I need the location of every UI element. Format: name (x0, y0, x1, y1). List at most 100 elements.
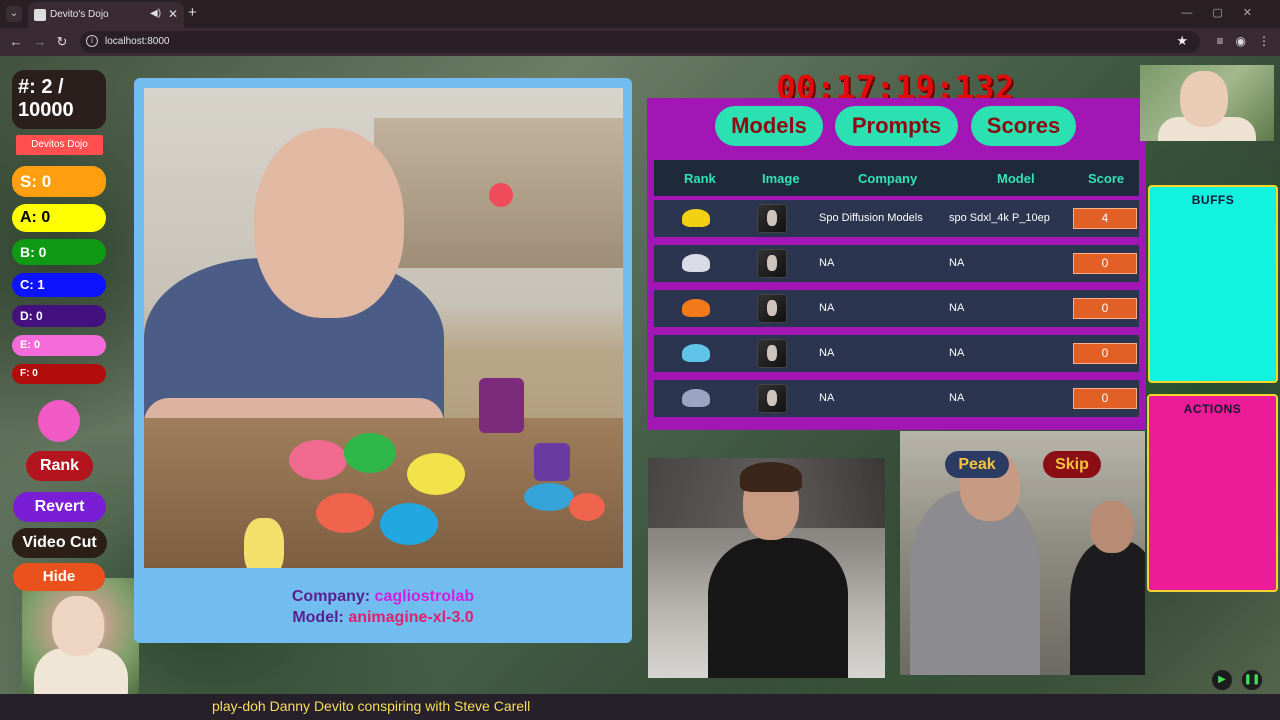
tab-scores[interactable]: Scores (971, 106, 1076, 146)
tab-search-icon[interactable]: ⌄ (6, 6, 22, 22)
row-company: NA (819, 257, 835, 269)
actions-panel: ACTIONS (1147, 394, 1278, 592)
row-model: NA (949, 257, 965, 269)
row-model: spo Sdxl_4k P_10ep (949, 212, 1050, 224)
grade-c-button[interactable]: C: 1 (12, 273, 106, 297)
url-text[interactable]: localhost:8000 (105, 36, 170, 47)
prompt-caption-bar: play-doh Danny Devito conspiring with St… (0, 694, 1280, 720)
devito-thumbnail-top-right (1140, 65, 1274, 141)
leaderboard-table: Rank Image Company Model Score Spo Diffu… (654, 160, 1139, 417)
row-model: NA (949, 347, 965, 359)
row-company: NA (819, 302, 835, 314)
table-row[interactable]: NA NA 0 (654, 245, 1139, 282)
model-image-thumbnail[interactable] (757, 204, 787, 233)
skip-button[interactable]: Skip (1043, 451, 1101, 478)
tab-title: Devito's Dojo (50, 9, 109, 20)
rank-1-icon (682, 209, 710, 227)
media-control-icon[interactable]: ≡ (1217, 34, 1224, 48)
table-row[interactable]: NA NA 0 (654, 335, 1139, 372)
tab-models[interactable]: Models (715, 106, 823, 146)
play-icon[interactable]: ▶ (1211, 669, 1233, 691)
model-image-thumbnail[interactable] (757, 339, 787, 368)
row-score: 0 (1073, 253, 1137, 274)
counter-current: #: 2 / (18, 76, 64, 98)
rank-4-icon (682, 344, 710, 362)
address-bar: ← → ↻ i localhost:8000 ★ ≡ ◉ ⋮ (0, 28, 1280, 56)
row-score: 0 (1073, 388, 1137, 409)
hide-button[interactable]: Hide (13, 563, 105, 591)
actions-title: ACTIONS (1183, 402, 1242, 416)
row-score: 4 (1073, 208, 1137, 229)
model-image-thumbnail[interactable] (757, 294, 787, 323)
window-controls[interactable]: —▢✕ (1181, 6, 1272, 19)
status-indicator-dot[interactable] (38, 400, 80, 442)
grade-f-button[interactable]: F: 0 (12, 364, 106, 384)
header-image: Image (762, 171, 800, 186)
prompt-caption: play-doh Danny Devito conspiring with St… (212, 698, 531, 714)
reload-icon[interactable]: ↻ (54, 34, 70, 50)
webcam-feed (648, 458, 885, 678)
company-value: cagliostrolab (374, 588, 475, 605)
model-image-thumbnail[interactable] (757, 249, 787, 278)
profile-icon[interactable]: ◉ (1236, 34, 1246, 48)
row-company: NA (819, 347, 835, 359)
bookmark-star-icon[interactable]: ★ (1176, 33, 1188, 49)
peak-button[interactable]: Peak (945, 451, 1009, 478)
model-image-thumbnail[interactable] (757, 384, 787, 413)
browser-tab[interactable]: Devito's Dojo ◀) ✕ (28, 2, 184, 28)
browser-tab-bar: ⌄ Devito's Dojo ◀) ✕ + —▢✕ (0, 0, 1280, 28)
rank-3-icon (682, 299, 710, 317)
header-model: Model (997, 171, 1035, 186)
table-body: Spo Diffusion Models spo Sdxl_4k P_10ep … (654, 200, 1139, 417)
back-icon[interactable]: ← (8, 34, 24, 49)
buffs-panel: BUFFS (1148, 185, 1278, 383)
devito-thumbnail-bottom-left (22, 578, 139, 696)
model-label: Model: (292, 609, 344, 626)
row-score: 0 (1073, 298, 1137, 319)
video-cut-button[interactable]: Video Cut (12, 528, 107, 558)
dojo-label[interactable]: Devitos Dojo (16, 135, 103, 155)
url-box[interactable]: i localhost:8000 ★ (80, 31, 1200, 53)
revert-button[interactable]: Revert (13, 492, 106, 522)
rank-5-icon (682, 389, 710, 407)
buffs-title: BUFFS (1191, 193, 1235, 207)
company-label: Company: (291, 588, 371, 605)
counter-total: 10000 (18, 99, 74, 121)
row-model: NA (949, 302, 965, 314)
forward-icon[interactable]: → (32, 34, 48, 49)
rank-2-icon (682, 254, 710, 272)
row-model: NA (949, 392, 965, 404)
rank-button[interactable]: Rank (26, 451, 93, 481)
grade-a-button[interactable]: A: 0 (12, 204, 106, 232)
menu-icon[interactable]: ⋮ (1258, 34, 1270, 48)
tab-prompts[interactable]: Prompts (835, 106, 958, 146)
video-player[interactable] (900, 431, 1145, 675)
page-body: #: 2 / 10000 Devitos Dojo S: 0 A: 0 B: 0… (0, 56, 1280, 720)
row-company: NA (819, 392, 835, 404)
toolbar-icons: ≡ ◉ ⋮ (1205, 34, 1271, 48)
leaderboard-panel: Models Prompts Scores Rank Image Company… (647, 98, 1146, 430)
tab-close-icon[interactable]: ✕ (168, 7, 178, 21)
model-value: animagine-xl-3.0 (348, 609, 474, 626)
row-company: Spo Diffusion Models (819, 212, 923, 224)
pause-icon[interactable]: ❚❚ (1241, 669, 1263, 691)
site-info-icon[interactable]: i (86, 35, 98, 47)
table-row[interactable]: NA NA 0 (654, 290, 1139, 327)
grade-e-button[interactable]: E: 0 (12, 335, 106, 356)
header-company: Company (858, 171, 918, 186)
new-tab-button[interactable]: + (188, 4, 197, 21)
grade-s-button[interactable]: S: 0 (12, 166, 106, 197)
image-counter: #: 2 / 10000 (12, 70, 106, 129)
header-rank: Rank (684, 171, 716, 186)
grade-b-button[interactable]: B: 0 (12, 239, 106, 265)
row-score: 0 (1073, 343, 1137, 364)
table-header: Rank Image Company Model Score (654, 160, 1139, 196)
table-row[interactable]: Spo Diffusion Models spo Sdxl_4k P_10ep … (654, 200, 1139, 237)
favicon-icon (34, 9, 46, 21)
generated-image-card: Company: cagliostrolab Model: animagine-… (134, 78, 632, 643)
image-info: Company: cagliostrolab Model: animagine-… (134, 586, 632, 628)
grade-d-button[interactable]: D: 0 (12, 305, 106, 327)
table-row[interactable]: NA NA 0 (654, 380, 1139, 417)
audio-icon[interactable]: ◀) (150, 8, 161, 19)
generated-image[interactable] (144, 88, 623, 568)
